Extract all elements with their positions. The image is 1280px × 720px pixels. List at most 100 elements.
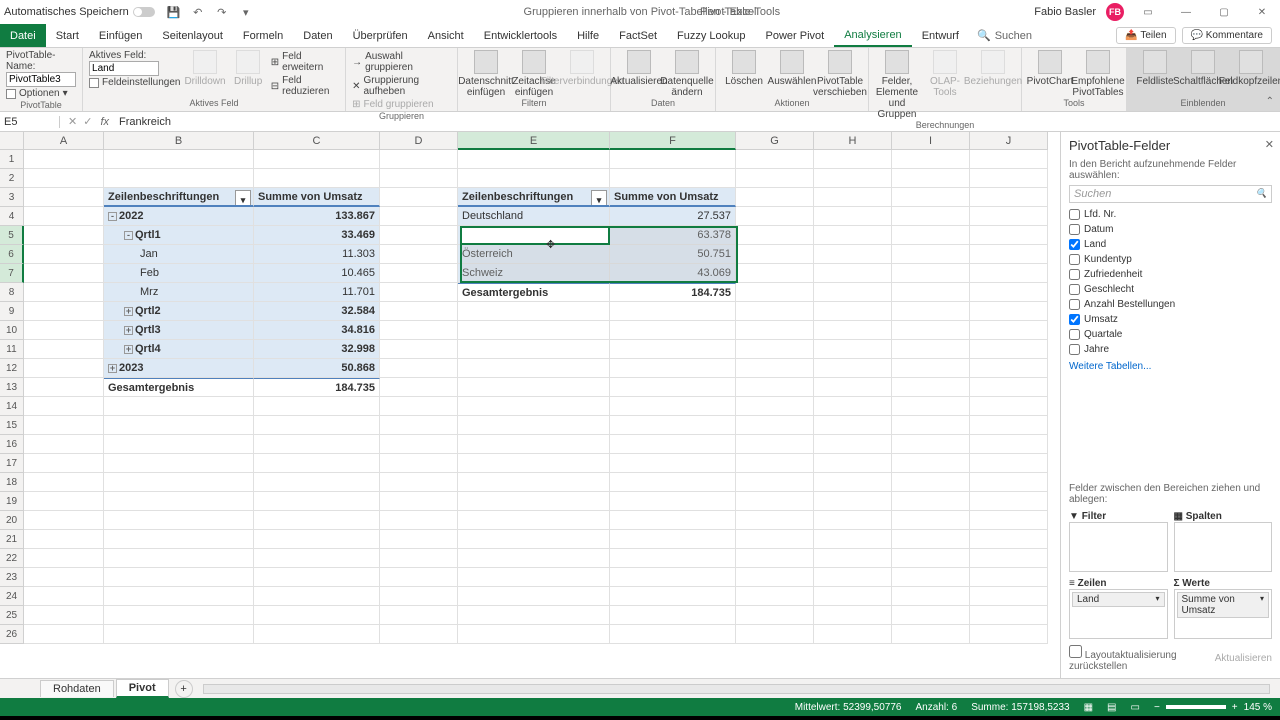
cell[interactable] [610, 568, 736, 587]
cell[interactable] [24, 169, 104, 188]
pt2-row-label[interactable]: Schweiz [458, 264, 610, 283]
cell[interactable] [814, 188, 892, 207]
field-settings-button[interactable]: Feldeinstellungen [89, 76, 180, 89]
cell[interactable] [814, 321, 892, 340]
cell[interactable] [736, 568, 814, 587]
cell[interactable] [736, 625, 814, 644]
tab-einfuegen[interactable]: Einfügen [89, 24, 152, 47]
cell[interactable] [380, 492, 458, 511]
field-checkbox-anzahl-bestellungen[interactable]: Anzahl Bestellungen [1069, 297, 1272, 312]
group-selection-button[interactable]: → Auswahl gruppieren [352, 50, 451, 74]
cell[interactable] [24, 511, 104, 530]
cell[interactable] [892, 340, 970, 359]
cell[interactable] [458, 454, 610, 473]
cell[interactable] [970, 150, 1048, 169]
cell[interactable] [970, 416, 1048, 435]
cell[interactable] [458, 169, 610, 188]
cell[interactable] [892, 150, 970, 169]
save-icon[interactable]: 💾 [167, 5, 181, 19]
undo-icon[interactable]: ↶ [191, 5, 205, 19]
area-values-drop[interactable]: Summe von Umsatz [1174, 589, 1273, 639]
cell[interactable] [814, 549, 892, 568]
cell[interactable] [104, 530, 254, 549]
cell[interactable] [970, 283, 1048, 302]
cell[interactable] [814, 568, 892, 587]
cell[interactable] [892, 245, 970, 264]
cell[interactable] [458, 359, 610, 378]
cell[interactable] [24, 454, 104, 473]
pt1-row-label[interactable]: +Qrtl2 [104, 302, 254, 321]
cell[interactable] [458, 416, 610, 435]
pt-options-button[interactable]: Optionen ▾ [6, 87, 76, 100]
row-header-24[interactable]: 24 [0, 587, 24, 606]
pt1-row-value[interactable]: 10.465 [254, 264, 380, 283]
tab-hilfe[interactable]: Hilfe [567, 24, 609, 47]
cell[interactable] [24, 359, 104, 378]
cell[interactable] [736, 530, 814, 549]
cell[interactable] [736, 549, 814, 568]
cell[interactable] [892, 625, 970, 644]
auswaehlen-button[interactable]: Auswählen [770, 50, 814, 87]
cell[interactable] [970, 435, 1048, 454]
cell[interactable] [736, 302, 814, 321]
cell[interactable] [104, 435, 254, 454]
cell[interactable] [736, 340, 814, 359]
cell[interactable] [970, 188, 1048, 207]
cell[interactable] [610, 530, 736, 549]
minimize-icon[interactable]: — [1172, 0, 1200, 24]
view-pagebreak-icon[interactable]: ▭ [1131, 702, 1140, 713]
cell[interactable] [380, 207, 458, 226]
area-filter-drop[interactable] [1069, 522, 1168, 572]
cell[interactable] [458, 492, 610, 511]
cell[interactable] [24, 264, 104, 283]
cell[interactable] [814, 435, 892, 454]
loeschen-button[interactable]: Löschen [722, 50, 766, 87]
cell[interactable] [736, 416, 814, 435]
cell[interactable] [814, 397, 892, 416]
more-tables-link[interactable]: Weitere Tabellen... [1069, 357, 1272, 376]
field-checkbox-datum[interactable]: Datum [1069, 222, 1272, 237]
cell[interactable] [458, 568, 610, 587]
cell[interactable] [610, 549, 736, 568]
cell[interactable] [736, 473, 814, 492]
cell[interactable] [736, 378, 814, 397]
cell[interactable] [814, 530, 892, 549]
col-header-A[interactable]: A [24, 132, 104, 150]
cell[interactable] [970, 473, 1048, 492]
cell[interactable] [104, 473, 254, 492]
cell[interactable] [104, 150, 254, 169]
maximize-icon[interactable]: ▢ [1210, 0, 1238, 24]
cell[interactable] [24, 150, 104, 169]
cell[interactable] [254, 397, 380, 416]
pt2-row-value[interactable]: 43.069 [610, 264, 736, 283]
cell[interactable] [104, 511, 254, 530]
row-header-4[interactable]: 4 [0, 207, 24, 226]
row-header-2[interactable]: 2 [0, 169, 24, 188]
field-checkbox-zufriedenheit[interactable]: Zufriedenheit [1069, 267, 1272, 282]
sheet-tab-pivot[interactable]: Pivot [116, 679, 169, 698]
col-header-H[interactable]: H [814, 132, 892, 150]
zoom-level[interactable]: 145 % [1244, 702, 1272, 713]
row-header-21[interactable]: 21 [0, 530, 24, 549]
pt1-row-value[interactable]: 33.469 [254, 226, 380, 245]
row-header-26[interactable]: 26 [0, 625, 24, 644]
cell[interactable] [736, 226, 814, 245]
cell[interactable] [736, 454, 814, 473]
cell[interactable] [970, 359, 1048, 378]
pt1-row-label[interactable]: Mrz [104, 283, 254, 302]
col-header-C[interactable]: C [254, 132, 380, 150]
cell[interactable] [814, 245, 892, 264]
view-pagelayout-icon[interactable]: ▤ [1107, 702, 1116, 713]
add-sheet-icon[interactable]: + [175, 680, 193, 698]
pt1-row-value[interactable]: 34.816 [254, 321, 380, 340]
cell[interactable] [610, 169, 736, 188]
cell[interactable] [458, 435, 610, 454]
pt1-row-value[interactable]: 11.701 [254, 283, 380, 302]
cell[interactable] [458, 473, 610, 492]
pt2-row-value[interactable]: 63.378 [610, 226, 736, 245]
cell[interactable] [254, 606, 380, 625]
cell[interactable] [24, 435, 104, 454]
cell[interactable] [380, 359, 458, 378]
cell[interactable] [610, 473, 736, 492]
tab-entwicklertools[interactable]: Entwicklertools [474, 24, 567, 47]
